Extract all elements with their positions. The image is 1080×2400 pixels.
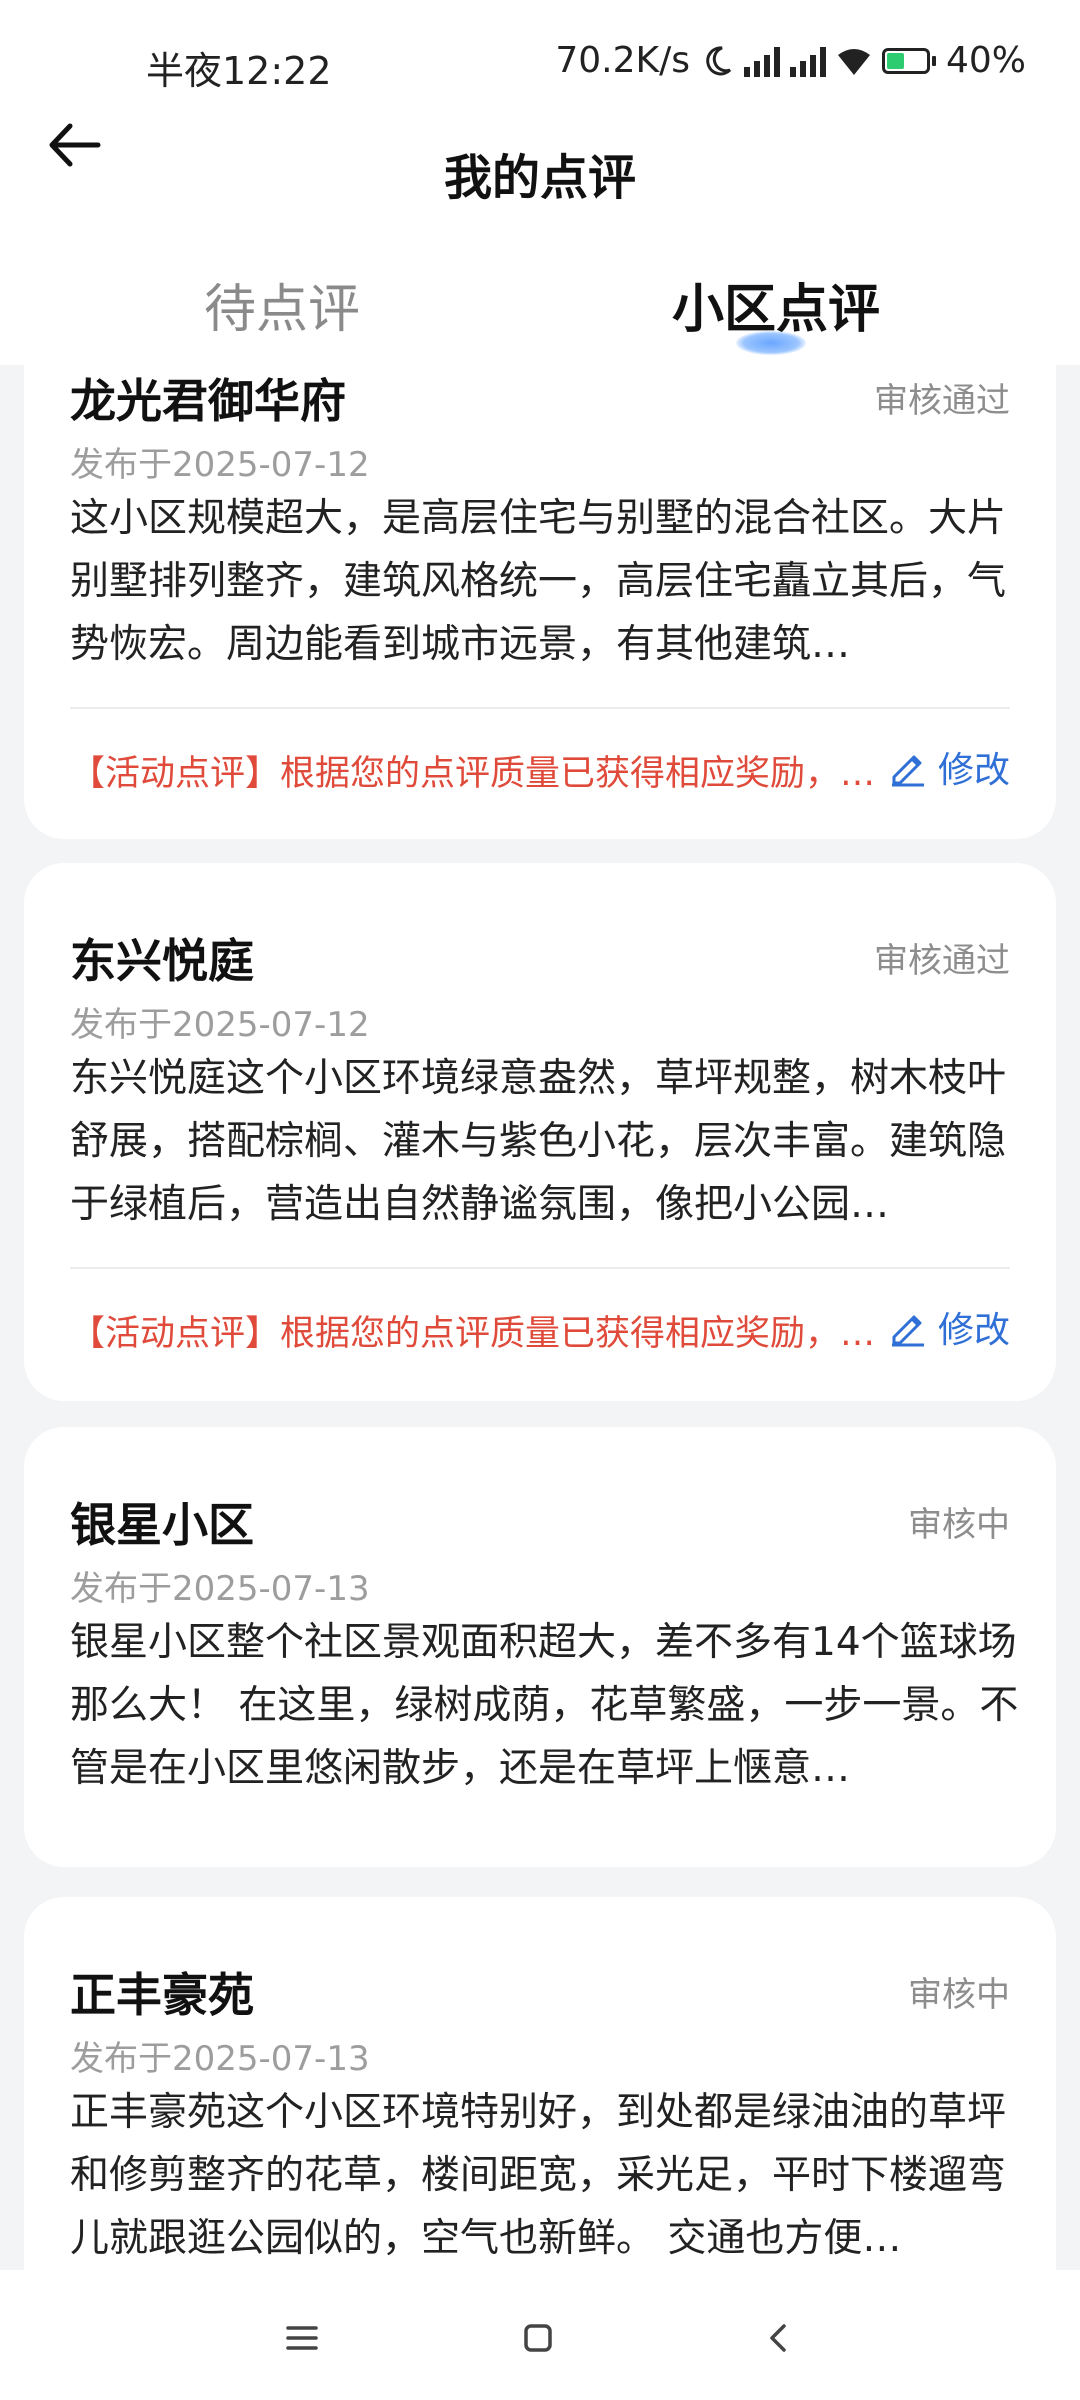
battery-level: 40% — [945, 40, 1026, 81]
signal-hd-icon — [743, 45, 780, 77]
menu-icon[interactable] — [272, 2308, 332, 2368]
review-text: 银星小区整个社区景观面积超大，差不多有14个篮球场那么大！ 在这里，绿树成荫，花… — [70, 1620, 1019, 1791]
review-text: 正丰豪苑这个小区环境特别好，到处都是绿油油的草坪和修剪整齐的花草，楼间距宽，采光… — [70, 2090, 1007, 2261]
tab-bar: 待点评 小区点评 — [0, 245, 1080, 365]
tab-pending-reviews[interactable]: 待点评 — [204, 267, 360, 342]
review-card[interactable]: 东兴悦庭 审核通过 发布于2025-07-12 东兴悦庭这个小区环境绿意盎然，草… — [24, 863, 1056, 1401]
signal-hd-icon — [789, 45, 826, 77]
review-card[interactable]: 正丰豪苑 审核中 发布于2025-07-13 正丰豪苑这个小区环境特别好，到处都… — [24, 1897, 1056, 2270]
page-title: 我的点评 — [443, 150, 636, 206]
publish-date: 发布于2025-07-12 — [70, 1005, 370, 1045]
publish-date: 发布于2025-07-13 — [70, 1569, 370, 1609]
review-list[interactable]: 龙光君御华府 审核通过 发布于2025-07-12 这小区规模超大，是高层住宅与… — [0, 365, 1080, 2270]
edit-label: 修改 — [937, 1310, 1010, 1351]
moon-icon — [706, 45, 732, 75]
reward-note: 【活动点评】根据您的点评质量已获得相应奖励，… — [70, 1314, 876, 1354]
pencil-icon — [891, 755, 924, 787]
review-status: 审核通过 — [874, 381, 1010, 421]
review-status: 审核中 — [908, 1975, 1010, 2015]
back-nav-icon[interactable] — [748, 2308, 808, 2368]
community-name: 东兴悦庭 — [70, 934, 254, 988]
home-icon[interactable] — [508, 2308, 568, 2368]
edit-button[interactable]: 修改 — [888, 1301, 1010, 1353]
tab-active-indicator — [736, 331, 806, 355]
review-card[interactable]: 银星小区 审核中 发布于2025-07-13 银星小区整个社区景观面积超大，差不… — [24, 1427, 1056, 1867]
reward-note: 【活动点评】根据您的点评质量已获得相应奖励，… — [70, 754, 876, 794]
status-icons: 70.2K/s 40% — [555, 40, 1026, 81]
divider — [70, 707, 1010, 709]
system-nav-bar — [0, 2270, 1080, 2400]
publish-date: 发布于2025-07-12 — [70, 445, 370, 485]
community-name: 银星小区 — [70, 1498, 254, 1552]
divider — [70, 1267, 1010, 1269]
pencil-icon — [891, 1315, 924, 1347]
publish-date: 发布于2025-07-13 — [70, 2039, 370, 2079]
edit-label: 修改 — [937, 750, 1010, 791]
status-time: 半夜12:22 — [146, 49, 332, 93]
review-card[interactable]: 龙光君御华府 审核通过 发布于2025-07-12 这小区规模超大，是高层住宅与… — [24, 365, 1056, 839]
edit-button[interactable]: 修改 — [888, 741, 1010, 793]
status-bar: 半夜12:22 70.2K/s 40% — [0, 0, 1080, 130]
review-status: 审核通过 — [874, 941, 1010, 981]
community-name: 正丰豪苑 — [70, 1968, 254, 2022]
review-status: 审核中 — [908, 1505, 1010, 1545]
wifi-icon — [837, 48, 870, 75]
community-name: 龙光君御华府 — [70, 374, 346, 428]
battery-icon — [881, 47, 936, 74]
review-text: 这小区规模超大，是高层住宅与别墅的混合社区。大片别墅排列整齐，建筑风格统一，高层… — [70, 496, 1007, 667]
network-speed: 70.2K/s — [555, 40, 690, 81]
review-text: 东兴悦庭这个小区环境绿意盎然，草坪规整，树木枝叶舒展，搭配棕榈、灌木与紫色小花，… — [70, 1056, 1007, 1227]
